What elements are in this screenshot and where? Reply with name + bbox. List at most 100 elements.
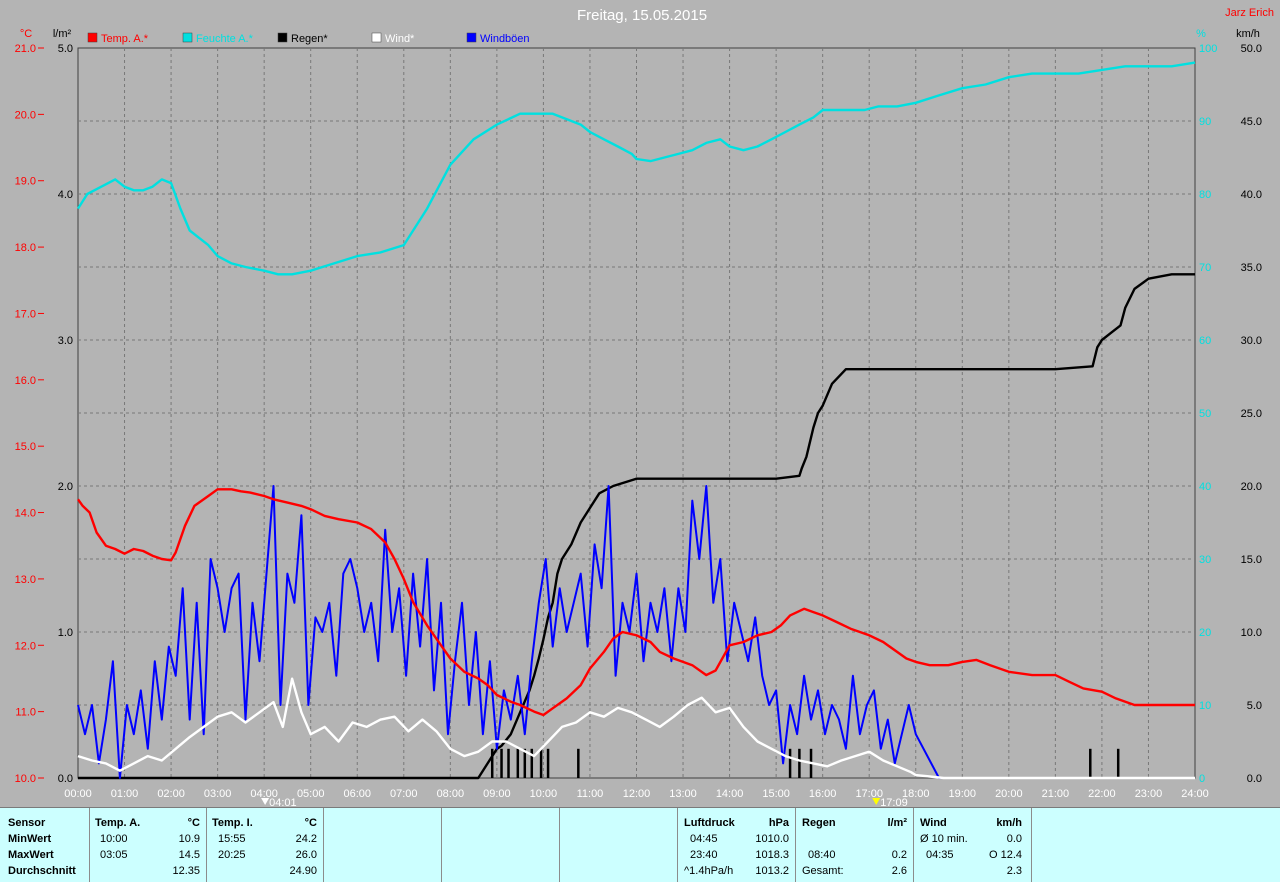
temp-tick-label: 20.0: [15, 109, 36, 121]
stats-pressure-min-time: 04:45: [690, 833, 718, 845]
wind-tick-label: 45.0: [1241, 116, 1262, 128]
stats-pressure-min-value: 1010.0: [755, 833, 789, 845]
stats-pressure-avg-value: 1013.2: [755, 865, 789, 877]
stats-temp-i-avg-value: 24.90: [289, 865, 317, 877]
wind-tick-label: 35.0: [1241, 262, 1262, 274]
x-tick-label: 12:00: [623, 788, 651, 800]
legend-swatch: [371, 32, 382, 43]
x-tick-label: 23:00: [1135, 788, 1163, 800]
legend-swatch: [87, 32, 98, 43]
weather-chart: 00:00 01:00 02:00 03:00 04:00 05:00 06:00 07:00…: [15, 7, 1274, 807]
legend-label: Feuchte A.*: [196, 33, 254, 45]
x-tick-label: 10:00: [530, 788, 558, 800]
x-tick-label: 15:00: [762, 788, 790, 800]
stats-separator: [795, 808, 796, 882]
stats-temp-i-unit: °C: [304, 817, 317, 829]
time-marker-label: 04:01: [269, 797, 297, 807]
stats-pressure-trend: ^1.4hPa/h: [684, 865, 734, 877]
stats-separator: [89, 808, 90, 882]
x-tick-label: 24:00: [1181, 788, 1209, 800]
temp-tick-label: 13.0: [15, 574, 36, 586]
humidity-tick-label: 30: [1199, 554, 1211, 566]
rain-tick-label: 0.0: [58, 773, 73, 785]
humidity-tick-label: 70: [1199, 262, 1211, 274]
stats-separator: [323, 808, 324, 882]
stats-temp-a-title: Temp. A.: [95, 817, 141, 829]
time-marker-icon: [872, 798, 881, 805]
chart-author: Jarz Erich: [1225, 7, 1274, 19]
stats-wind-min-value: 0.0: [1006, 833, 1022, 845]
x-tick-label: 20:00: [995, 788, 1023, 800]
wind-tick-label: 25.0: [1241, 408, 1262, 420]
rain-tick-label: 3.0: [58, 335, 73, 347]
stats-wind-max-value: O 12.4: [988, 849, 1022, 861]
x-tick-label: 05:00: [297, 788, 325, 800]
x-tick-label: 14:00: [716, 788, 744, 800]
x-tick-label: 02:00: [157, 788, 185, 800]
humidity-tick-label: 40: [1199, 481, 1211, 493]
stats-wind-avg-value: 2.3: [1006, 865, 1022, 877]
stats-row-label: Durchschnitt: [8, 865, 76, 877]
stats-separator: [441, 808, 442, 882]
stats-temp-a-max-time: 03:05: [100, 849, 128, 861]
wind-tick-label: 10.0: [1241, 627, 1262, 639]
stats-separator: [559, 808, 560, 882]
stats-rain-total-value: 2.6: [891, 865, 907, 877]
humidity-tick-label: 50: [1199, 408, 1211, 420]
stats-rain-max-value: 0.2: [891, 849, 907, 861]
temp-tick-label: 12.0: [15, 640, 36, 652]
legend-label: Wind*: [385, 33, 415, 45]
stats-sensor-title: Sensor: [8, 817, 46, 829]
rain-tick-label: 2.0: [58, 481, 73, 493]
stats-wind-max-time: 04:35: [926, 849, 954, 861]
temp-tick-label: 14.0: [15, 508, 36, 520]
wind-tick-label: 30.0: [1241, 335, 1262, 347]
temp-tick-label: 11.0: [15, 707, 36, 719]
wind-axis-unit: km/h: [1236, 28, 1260, 40]
humidity-axis-unit: %: [1196, 28, 1206, 40]
rain-axis-unit: l/m²: [53, 28, 72, 40]
x-tick-label: 11:00: [577, 788, 604, 800]
stats-rain-max-time: 08:40: [808, 849, 836, 861]
stats-wind-title: Wind: [920, 817, 947, 829]
humidity-tick-label: 20: [1199, 627, 1211, 639]
legend-label: Temp. A.*: [101, 33, 149, 45]
humidity-tick-label: 80: [1199, 189, 1211, 201]
temp-tick-label: 19.0: [15, 176, 36, 188]
x-tick-label: 09:00: [483, 788, 511, 800]
legend-swatch: [277, 32, 288, 43]
stats-pressure-unit: hPa: [768, 817, 789, 829]
stats-pressure-title: Luftdruck: [684, 817, 735, 829]
humidity-tick-label: 90: [1199, 116, 1211, 128]
stats-wind-unit: km/h: [996, 817, 1022, 829]
legend-swatch: [466, 32, 477, 43]
stats-rain-title: Regen: [802, 817, 836, 829]
stats-row-label: MinWert: [8, 833, 52, 845]
stats-temp-i-max-value: 26.0: [295, 849, 317, 861]
stats-temp-i-max-time: 20:25: [218, 849, 246, 861]
x-tick-label: 16:00: [809, 788, 837, 800]
stats-rain-total-label: Gesamt:: [802, 865, 844, 877]
wind-tick-label: 50.0: [1241, 43, 1262, 55]
stats-separator: [913, 808, 914, 882]
temp-tick-label: 21.0: [15, 43, 36, 55]
time-marker-label: 17:09: [880, 797, 908, 807]
legend: Temp. A.* Feuchte A.* Regen* Wind* Windböen: [87, 32, 530, 45]
wind-tick-label: 20.0: [1241, 481, 1262, 493]
x-tick-label: 21:00: [1042, 788, 1070, 800]
stats-separator: [677, 808, 678, 882]
x-tick-label: 19:00: [949, 788, 977, 800]
temp-tick-label: 18.0: [15, 242, 36, 254]
humidity-tick-label: 60: [1199, 335, 1211, 347]
wind-tick-label: 5.0: [1247, 700, 1262, 712]
stats-separator: [1031, 808, 1032, 882]
wind-tick-label: 40.0: [1241, 189, 1262, 201]
temp-tick-label: 15.0: [15, 441, 36, 453]
temp-axis-unit: °C: [20, 28, 32, 40]
time-marker-icon: [261, 798, 270, 805]
x-tick-label: 08:00: [437, 788, 465, 800]
stats-wind-avg-label: Ø 10 min.: [920, 833, 968, 845]
stats-pressure-max-value: 1018.3: [755, 849, 789, 861]
rain-tick-label: 4.0: [58, 189, 73, 201]
x-tick-label: 01:00: [111, 788, 139, 800]
